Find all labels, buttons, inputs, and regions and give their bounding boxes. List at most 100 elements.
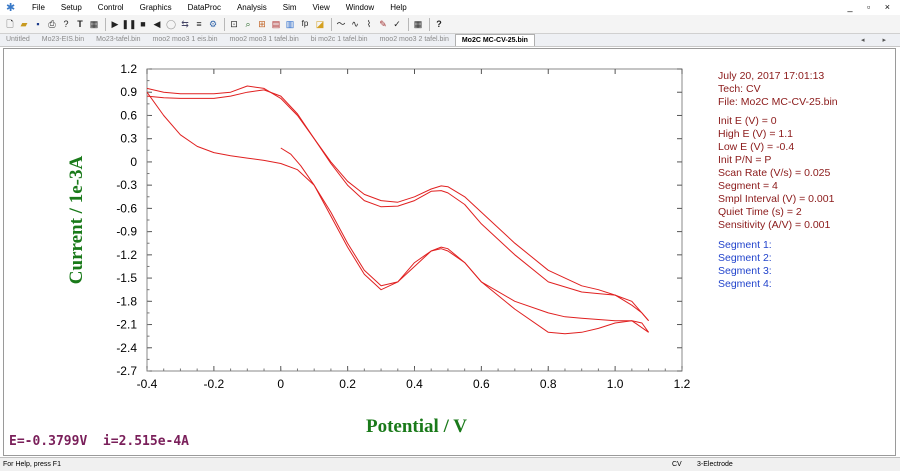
x-tick-label: 1.2 [674,377,691,391]
y-tick-label: -2.4 [116,341,137,355]
info-param: Smpl Interval (V) = 0.001 [718,193,835,205]
x-tick-label: 1.0 [607,377,624,391]
cursor-readout: E=-0.3799V i=2.515e-4A [9,434,190,449]
menu-analysis[interactable]: Analysis [229,0,275,15]
menu-view[interactable]: View [305,0,338,15]
check-icon[interactable]: ✓ [391,18,403,30]
y-tick-label: -0.9 [116,225,137,239]
x-tick-label: 0.4 [406,377,423,391]
help-pointer-icon[interactable]: ? [60,18,72,30]
new-file-icon[interactable]: 🗋 [4,18,16,30]
menu-help[interactable]: Help [382,0,414,15]
tab-bi-mo2c-1-tafel[interactable]: bi mo2c 1 tafel.bin [305,34,374,46]
tab-mo23-eis[interactable]: Mo23-EIS.bin [36,34,90,46]
y-axis-ticks: 1.2 0.9 0.6 0.3 0 -0.3 -0.6 -0.9 -1.2 -1.5 -1.8 -2.… [116,62,682,378]
y-axis-label: Current / 1e-3A [66,156,87,285]
menu-file[interactable]: File [24,0,53,15]
tab-untitled[interactable]: Untitled [0,34,36,46]
waveform-icon[interactable]: ∿ [349,18,361,30]
y-tick-label: 1.2 [120,62,137,76]
palette-icon[interactable]: ◪ [314,18,326,30]
menu-bar: ✱ File Setup Control Graphics DataProc A… [0,0,900,15]
y-tick-label: -1.2 [116,248,137,262]
select-tool-icon[interactable]: ▦ [88,18,100,30]
x-tick-label: -0.4 [137,377,158,391]
parameters-icon[interactable]: ⇆ [179,18,191,30]
document-tab-bar: Untitled Mo23-EIS.bin Mo23-tafel.bin moo… [0,34,900,47]
stop-icon[interactable]: ■ [137,18,149,30]
cv-segment-4 [146,89,649,322]
open-file-icon[interactable]: ▰ [18,18,30,30]
info-param: Low E (V) = -0.4 [718,141,794,153]
status-help-text: For Help, press F1 [3,461,61,468]
y-tick-label: 0.3 [120,132,137,146]
info-param: Segment = 4 [718,180,778,192]
bar-chart-icon[interactable]: ▥ [284,18,296,30]
tab-mo2c-mc-cv-25[interactable]: Mo2C MC-CV-25.bin [454,34,535,46]
info-segment: Segment 1: [718,239,772,251]
cv-plot: -0.4 -0.2 0 0.2 0.4 0.6 0.8 1.0 1.2 1.2 0.9 0.6 0.3… [66,62,838,437]
info-tech: Tech: CV [718,83,761,95]
info-param: Quiet Time (s) = 2 [718,206,802,218]
tab-moo2-moo3-1-eis[interactable]: moo2 moo3 1 eis.bin [147,34,224,46]
toolbar-separator [408,17,409,31]
cv-curves [146,85,650,335]
text-icon[interactable]: T [74,18,86,30]
fp-icon[interactable]: fp [298,18,312,30]
status-bar: For Help, press F1 CV 3-Electrode [0,457,900,471]
tab-scroll-arrows[interactable]: ◂ ▸ [861,34,894,47]
toolbar-separator [429,17,430,31]
menu-dataproc[interactable]: DataProc [180,0,229,15]
status-mode: CV [672,461,682,468]
reverse-icon[interactable]: ◀ [151,18,163,30]
cell-icon[interactable]: ◯ [165,18,177,30]
menu-sim[interactable]: Sim [275,0,305,15]
grid-icon[interactable]: ▦ [412,18,424,30]
menu-setup[interactable]: Setup [53,0,90,15]
pause-icon[interactable]: ❚❚ [121,18,136,30]
toolbar-separator [331,17,332,31]
y-tick-label: -0.3 [116,178,137,192]
info-param: Init E (V) = 0 [718,115,777,127]
y-tick-label: 0 [130,155,137,169]
menu-window[interactable]: Window [338,0,382,15]
technique-icon[interactable]: ≡ [193,18,205,30]
run-icon[interactable]: ▶ [109,18,121,30]
save-icon[interactable]: ▪ [32,18,44,30]
x-tick-label: 0 [277,377,284,391]
magnifier-icon[interactable]: ⌕ [242,18,254,30]
x-tick-label: -0.2 [204,377,225,391]
edit-icon[interactable]: ✎ [377,18,389,30]
y-tick-label: -1.8 [116,294,137,308]
menu-graphics[interactable]: Graphics [132,0,180,15]
spline-icon[interactable]: ⌇ [363,18,375,30]
toolbar-separator [105,17,106,31]
cv-segment-1 [280,147,650,333]
tab-moo2-moo3-2-tafel[interactable]: moo2 moo3 2 tafel.bin [374,34,455,46]
zoom-icon[interactable]: ⊡ [228,18,240,30]
tab-mo23-tafel[interactable]: Mo23-tafel.bin [90,34,146,46]
y-tick-label: 0.6 [120,108,137,122]
x-tick-label: 0.2 [339,377,356,391]
wave-icon[interactable]: 〜 [335,18,347,30]
stats-icon[interactable]: ▤ [270,18,282,30]
info-file: File: Mo2C MC-CV-25.bin [718,96,838,108]
overlay-icon[interactable]: ⊞ [256,18,268,30]
x-axis-label: Potential / V [366,416,467,437]
y-tick-label: -1.5 [116,271,137,285]
cv-segment-3 [146,85,649,322]
y-tick-label: -2.7 [116,364,137,378]
window-controls[interactable]: _ ▫ × [848,0,896,15]
plot-window[interactable]: -0.4 -0.2 0 0.2 0.4 0.6 0.8 1.0 1.2 1.2 0.9 0.6 0.3… [3,48,896,456]
y-tick-label: -2.1 [116,318,137,332]
menu-control[interactable]: Control [90,0,132,15]
settings-icon[interactable]: ⚙ [207,18,219,30]
cv-segment-2 [146,91,649,335]
context-help-icon[interactable]: ? [433,18,445,30]
info-param: Sensitivity (A/V) = 0.001 [718,219,831,231]
status-electrode: 3-Electrode [697,461,733,468]
experiment-info-panel: July 20, 2017 17:01:13 Tech: CV File: Mo… [718,70,838,290]
print-icon[interactable]: ⎙ [46,18,58,30]
plot-frame [146,68,683,372]
tab-moo2-moo3-1-tafel[interactable]: moo2 moo3 1 tafel.bin [224,34,305,46]
